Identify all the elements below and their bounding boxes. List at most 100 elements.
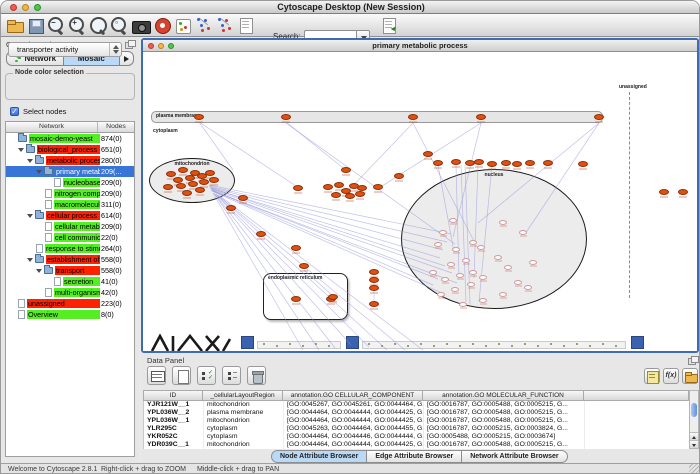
- table-cell[interactable]: cytoplasm: [204, 425, 284, 433]
- edge[interactable]: [215, 194, 335, 348]
- table-row[interactable]: YDR039C__1mitochondrion[GO:0044464, GO:0…: [144, 441, 689, 449]
- scroll-down-button[interactable]: [690, 440, 698, 448]
- table-cell[interactable]: [GO:0044464, GO:0044446, GO:0044444, G..…: [284, 433, 424, 441]
- table-cell[interactable]: YJR121W__1: [144, 401, 204, 409]
- network-node[interactable]: [474, 159, 484, 165]
- network-node[interactable]: [369, 269, 379, 275]
- edge[interactable]: [212, 190, 433, 285]
- network-view-window[interactable]: primary metabolic process plasma membran…: [141, 38, 699, 353]
- network-node[interactable]: [408, 114, 418, 120]
- table-cell[interactable]: YLR295C: [144, 425, 204, 433]
- tree-row[interactable]: metabolic process280(0): [6, 155, 134, 166]
- network-node[interactable]: [369, 277, 379, 283]
- expand-arrow-icon[interactable]: [27, 214, 33, 218]
- zoom-out-icon[interactable]: –: [47, 16, 66, 35]
- network-node[interactable]: [328, 294, 338, 300]
- resize-grip[interactable]: [689, 464, 700, 474]
- tree-row[interactable]: cellular process614(0): [6, 210, 134, 221]
- network-node[interactable]: [199, 179, 209, 185]
- tree-header-network[interactable]: Network: [6, 122, 98, 132]
- window-titlebar[interactable]: Cytoscape Desktop (New Session): [1, 1, 700, 14]
- network-node[interactable]: [355, 191, 365, 197]
- network-node[interactable]: [256, 231, 266, 237]
- network-node[interactable]: [293, 185, 303, 191]
- table-cell[interactable]: YDR039C__1: [144, 441, 204, 449]
- table-row[interactable]: YLR295Ccytoplasm[GO:0045263, GO:0044464,…: [144, 425, 689, 433]
- tree-row[interactable]: Overview8(0): [6, 309, 134, 320]
- save-session-icon[interactable]: [26, 16, 45, 35]
- network-node[interactable]: [205, 170, 215, 176]
- network-node[interactable]: [451, 159, 461, 165]
- table-row[interactable]: YPL036W__1mitochondrion[GO:0044464, GO:0…: [144, 417, 689, 425]
- network-node[interactable]: [194, 114, 204, 120]
- table-cell[interactable]: mitochondrion: [204, 401, 284, 409]
- table-cell[interactable]: [GO:0016787, GO:0005488, GO:0005215, G..…: [424, 401, 585, 409]
- open-session-icon[interactable]: [5, 16, 24, 35]
- attribute-editor-icon[interactable]: [644, 368, 660, 384]
- network-node[interactable]: [578, 161, 588, 167]
- network-node[interactable]: [182, 190, 192, 196]
- table-cell[interactable]: [GO:0016787, GO:0005488, GO:0005215, G..…: [424, 409, 585, 417]
- network-node[interactable]: [163, 184, 173, 190]
- scroll-up-button[interactable]: [690, 432, 698, 440]
- apply-layout-icon[interactable]: [194, 16, 213, 35]
- float-data-panel-icon[interactable]: [688, 356, 697, 364]
- tree-row[interactable]: macromolecule311(0): [6, 199, 134, 210]
- tree-row[interactable]: nucleobase-209(0): [6, 177, 134, 188]
- network-node[interactable]: [512, 161, 522, 167]
- table-header-cell[interactable]: annotation.GO MOLECULAR_FUNCTION: [423, 390, 584, 401]
- tree-row[interactable]: primary metabo209(...: [6, 166, 134, 177]
- network-node[interactable]: [291, 245, 301, 251]
- tree-row[interactable]: response to stimulu264(0): [6, 243, 134, 254]
- network-node[interactable]: [525, 160, 535, 166]
- table-cell[interactable]: [GO:0044464, GO:0044444, GO:0044425, G..…: [284, 417, 424, 425]
- table-cell[interactable]: [585, 409, 690, 417]
- tree-row[interactable]: multi-organism pro42(0): [6, 287, 134, 298]
- table-cell[interactable]: cytoplasm: [204, 433, 284, 441]
- network-node[interactable]: [209, 177, 219, 183]
- network-node[interactable]: [345, 193, 355, 199]
- edge[interactable]: [217, 195, 369, 347]
- network-window-titlebar[interactable]: primary metabolic process: [143, 40, 697, 52]
- zoom-in-icon[interactable]: +: [68, 16, 87, 35]
- network-node[interactable]: [476, 114, 486, 120]
- table-header-cell[interactable]: [584, 390, 689, 401]
- expand-arrow-icon[interactable]: [36, 269, 42, 273]
- expand-arrow-icon[interactable]: [27, 159, 33, 163]
- tree-row[interactable]: cell communicat22(0): [6, 232, 134, 243]
- tree-row[interactable]: unassigned223(0): [6, 298, 134, 309]
- tree-header-nodes[interactable]: Nodes: [98, 122, 134, 132]
- annotation-icon[interactable]: [236, 16, 255, 35]
- network-node[interactable]: [291, 296, 301, 302]
- table-cell[interactable]: [GO:0005488, GO:0005215, GO:0003674]: [424, 433, 585, 441]
- select-all-attributes-icon[interactable]: [147, 366, 166, 385]
- expand-arrow-icon[interactable]: [36, 170, 42, 174]
- table-header-cell[interactable]: annotation.GO CELLULAR_COMPONENT: [283, 390, 423, 401]
- table-cell[interactable]: [GO:0016787, GO:0005488, GO:0005215, G..…: [424, 441, 585, 449]
- expand-arrow-icon[interactable]: [27, 258, 33, 262]
- network-node[interactable]: [238, 195, 248, 201]
- network-node[interactable]: [341, 167, 351, 173]
- network-node[interactable]: [334, 182, 344, 188]
- network-node[interactable]: [659, 189, 669, 195]
- browser-tab-network[interactable]: Network Attribute Browser: [462, 450, 567, 463]
- expand-arrow-icon[interactable]: [18, 148, 24, 152]
- table-cell[interactable]: YKR052C: [144, 433, 204, 441]
- table-cell[interactable]: [GO:0016787, GO:0005488, GO:0005215, G..…: [424, 417, 585, 425]
- network-node[interactable]: [501, 160, 511, 166]
- scrollbar-thumb[interactable]: [691, 403, 697, 417]
- tree-row[interactable]: cellular metabo209(0): [6, 221, 134, 232]
- network-node[interactable]: [594, 114, 604, 120]
- select-attributes-icon[interactable]: [197, 366, 216, 385]
- table-cell[interactable]: [585, 401, 690, 409]
- network-node[interactable]: [487, 161, 497, 167]
- edge[interactable]: [216, 194, 351, 345]
- network-node[interactable]: [226, 205, 236, 211]
- table-cell[interactable]: YPL036W__2: [144, 409, 204, 417]
- table-header-cell[interactable]: ID: [143, 390, 203, 401]
- network-node[interactable]: [323, 184, 333, 190]
- table-row[interactable]: YKR052Ccytoplasm[GO:0044464, GO:0044446,…: [144, 433, 689, 441]
- network-node[interactable]: [543, 160, 553, 166]
- unselect-attributes-icon[interactable]: [222, 366, 241, 385]
- float-panel-icon[interactable]: [125, 40, 134, 48]
